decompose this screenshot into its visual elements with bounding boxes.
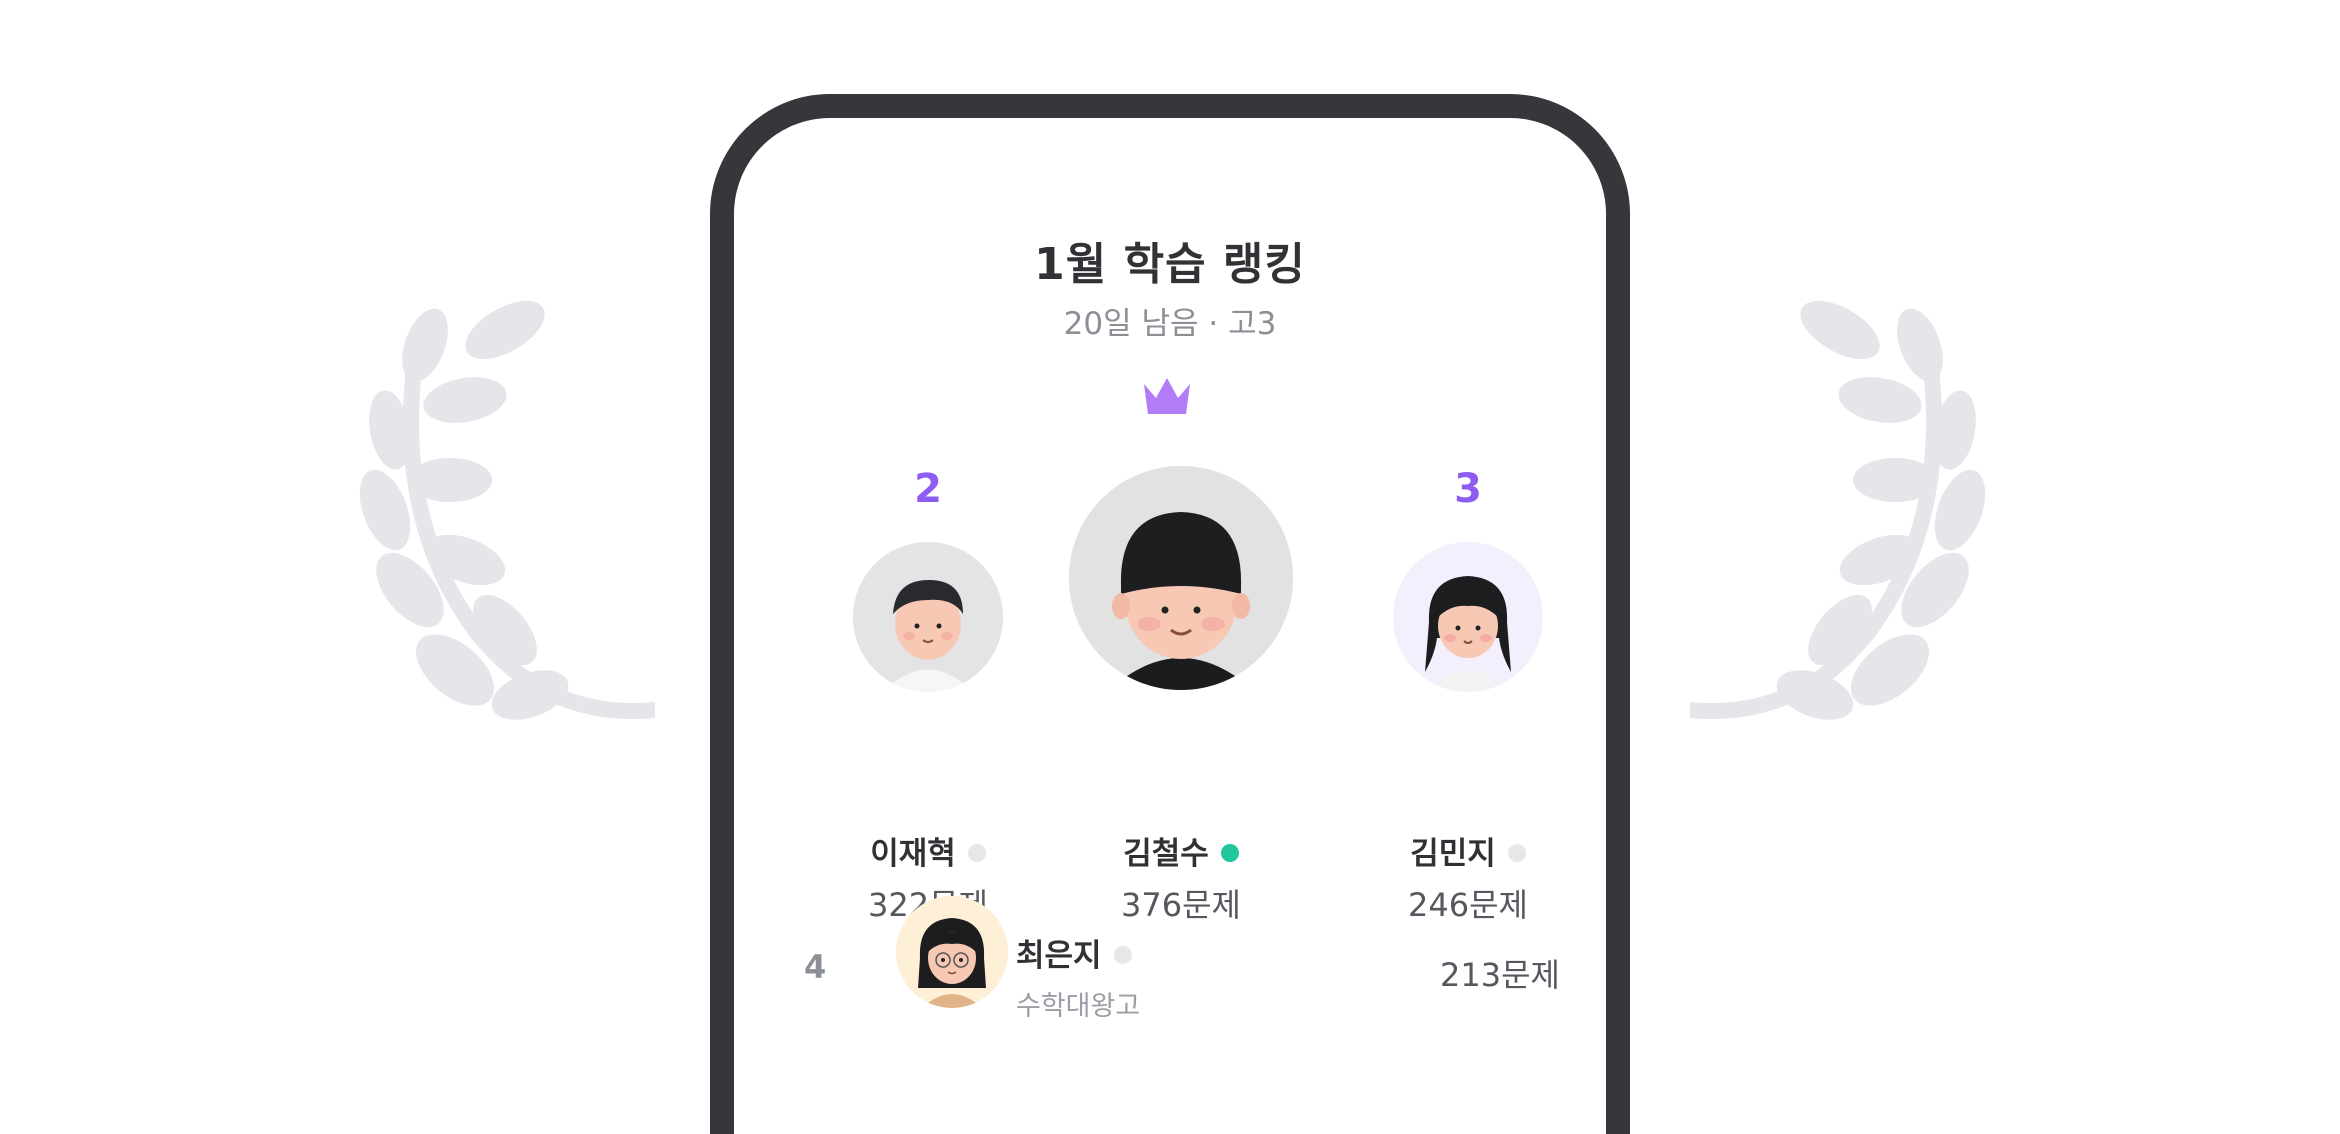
rank-1-score: 376문제	[1121, 886, 1241, 924]
status-dot-online	[1220, 843, 1239, 862]
rank-3-number: 3	[1454, 466, 1482, 512]
phone-frame: 1월 학습 랭킹 20일 남음 · 고3 2 이재혁 322문제	[710, 94, 1630, 1134]
rank-2-name: 이재혁	[870, 836, 956, 872]
avatar-rank-2[interactable]	[853, 542, 1003, 692]
rank-1-name: 김철수	[1123, 836, 1209, 872]
laurel-right-icon	[1690, 300, 1986, 720]
rank-2-name-row: 이재혁	[828, 828, 1028, 873]
rank-3-name: 김민지	[1410, 836, 1496, 872]
page-subtitle: 20일 남음 · 고3	[1063, 306, 1277, 342]
avatar-rank-1[interactable]	[1069, 466, 1293, 690]
list-name-row: 최은지	[1016, 930, 1132, 975]
crown-icon	[1144, 378, 1190, 414]
list-school: 수학대왕고	[1016, 991, 1141, 1022]
laurel-left-icon	[359, 300, 655, 720]
avatar-rank-3[interactable]	[1393, 542, 1543, 692]
ranking-screen: 1월 학습 랭킹 20일 남음 · 고3 2 이재혁 322문제	[734, 118, 1606, 1134]
avatar-rank-4	[896, 896, 1008, 1008]
rank-1-name-row: 김철수	[1081, 828, 1281, 873]
list-score: 213문제	[1440, 956, 1560, 994]
rank-3-name-row: 김민지	[1368, 828, 1568, 873]
status-dot-offline	[1507, 843, 1526, 862]
rank-3-score: 246문제	[1408, 886, 1528, 924]
list-rank: 4	[804, 948, 827, 986]
status-dot-offline	[1113, 945, 1132, 964]
rank-2-number: 2	[914, 466, 942, 512]
status-dot-offline	[967, 843, 986, 862]
list-name: 최은지	[1016, 938, 1102, 974]
page-title: 1월 학습 랭킹	[1034, 239, 1306, 290]
